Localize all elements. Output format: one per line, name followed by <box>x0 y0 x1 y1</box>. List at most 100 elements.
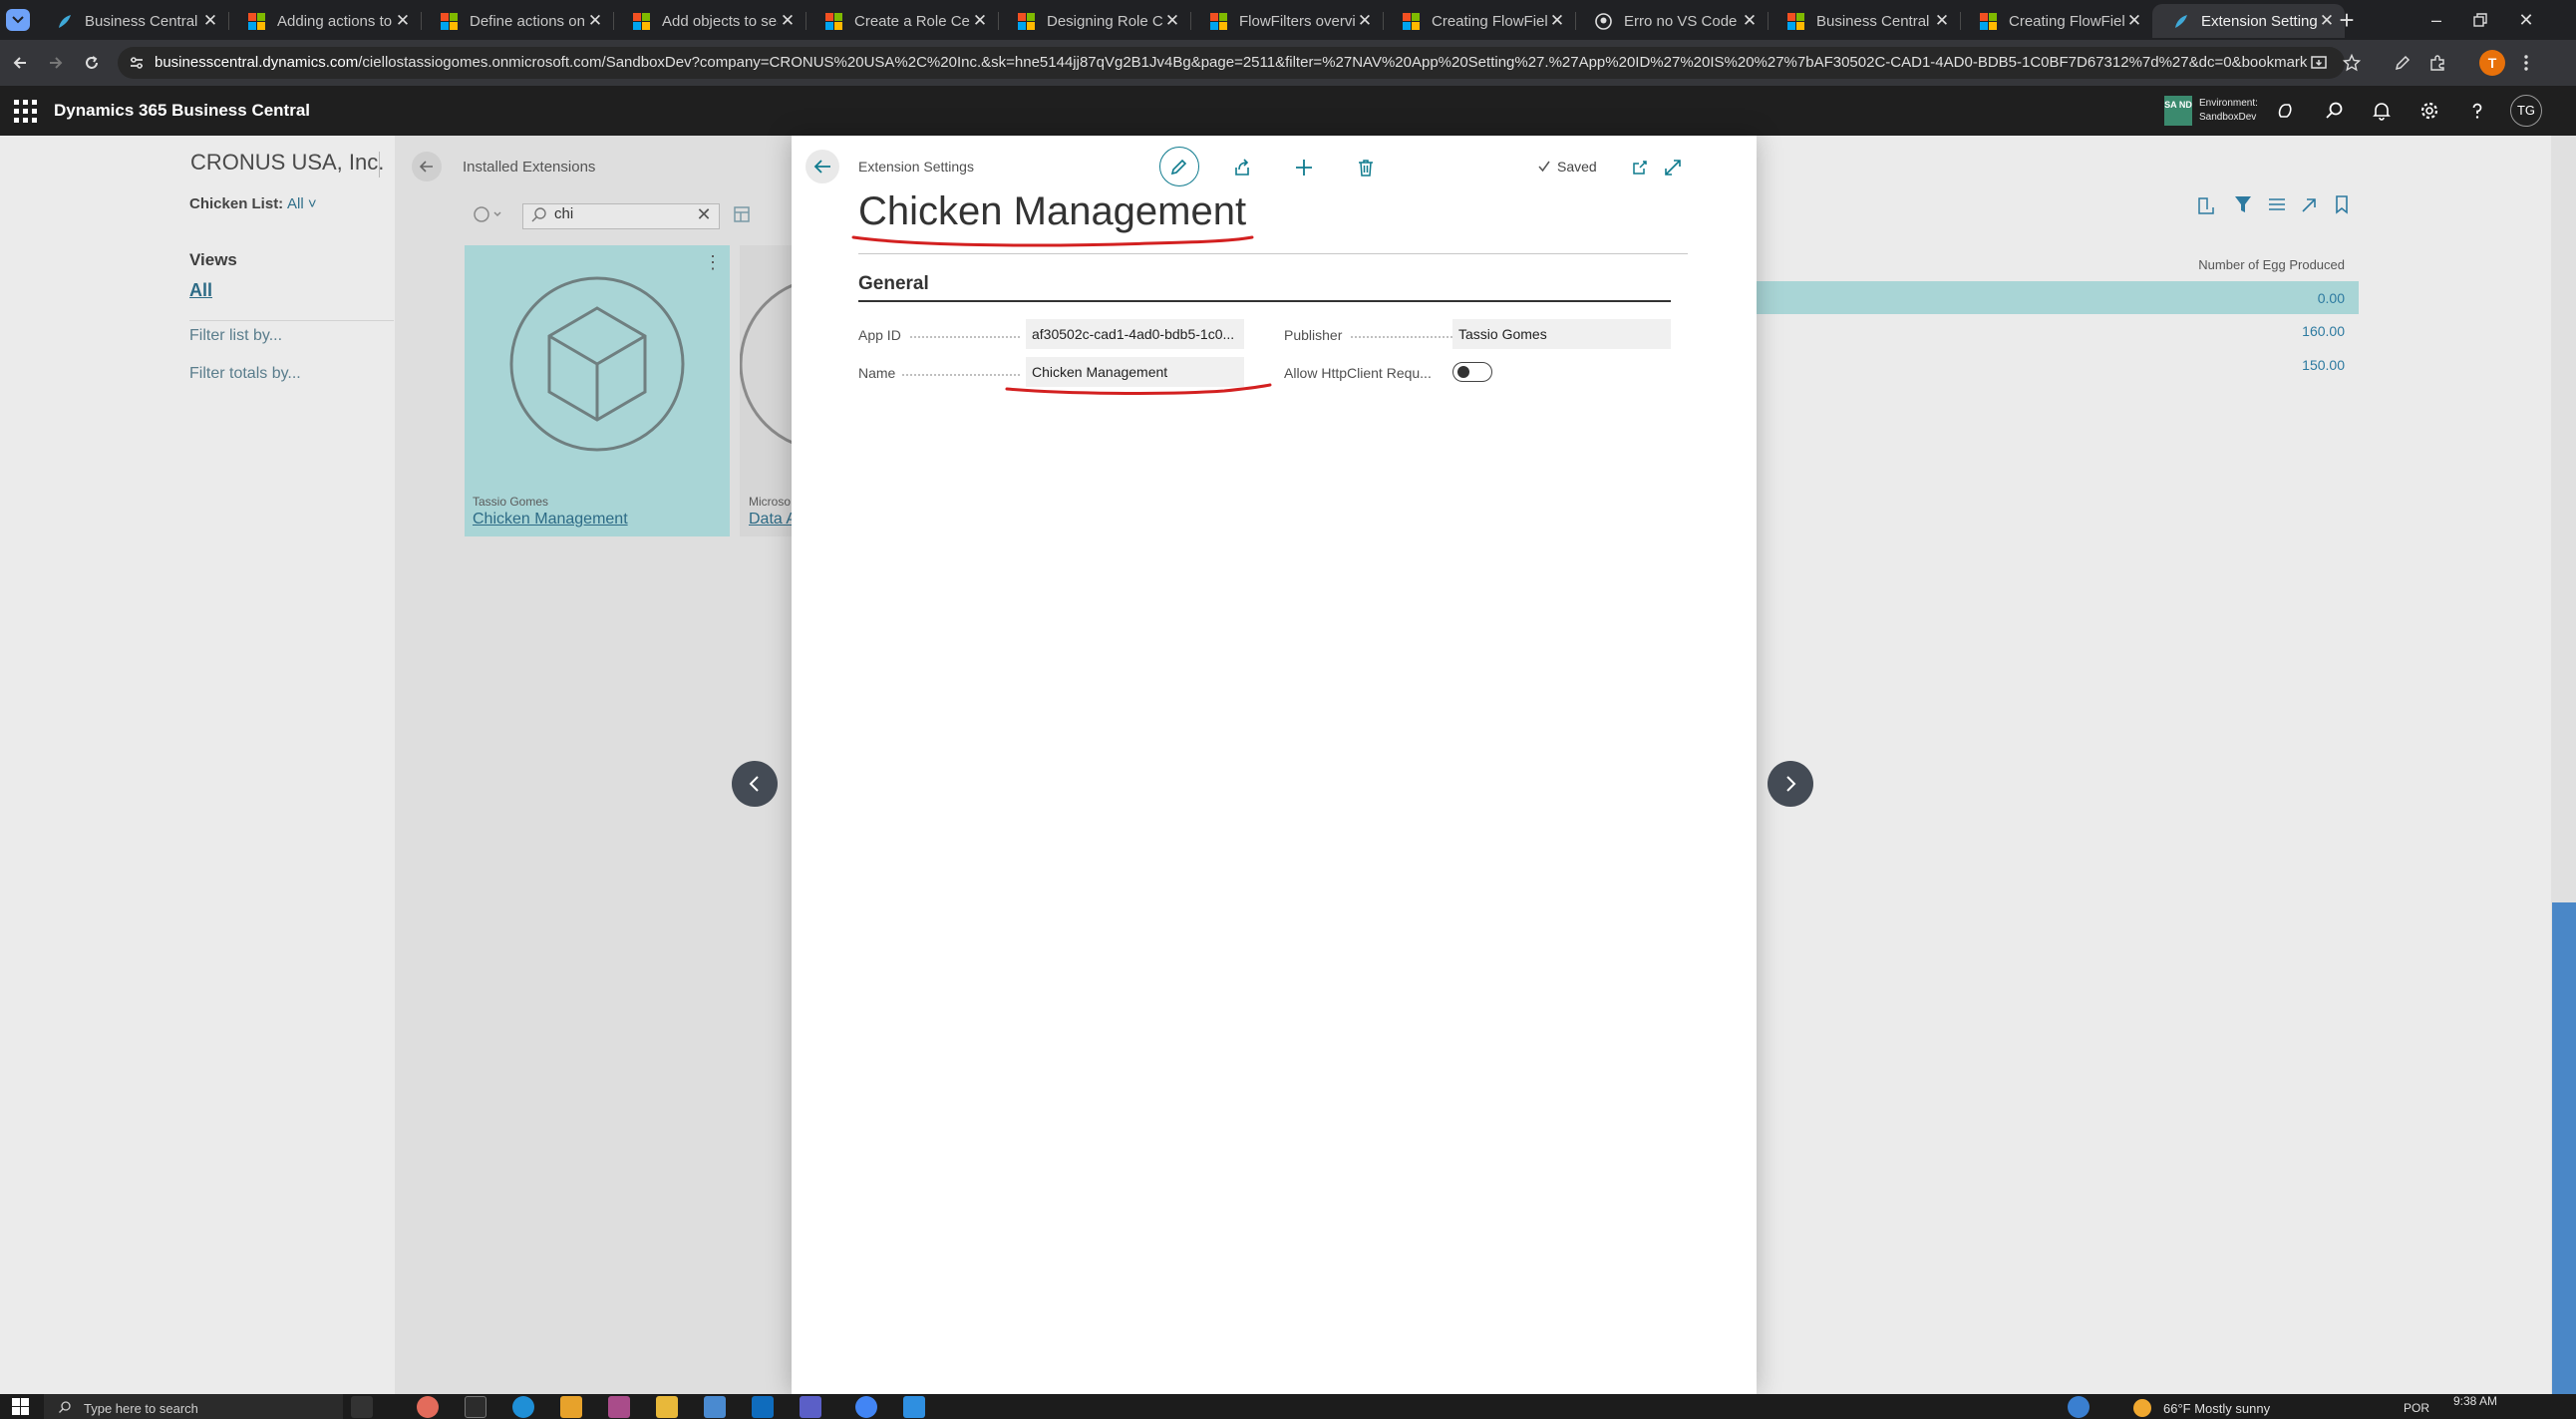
extensions-search-box[interactable] <box>522 203 720 229</box>
browser-tab[interactable]: Business Central Boost✕ <box>36 4 228 38</box>
tab-close-icon[interactable]: ✕ <box>2124 11 2144 31</box>
previous-record-icon[interactable] <box>732 761 778 807</box>
publisher-field[interactable]: Tassio Gomes <box>1452 319 1671 349</box>
file-explorer-icon[interactable] <box>656 1396 678 1418</box>
clear-search-icon[interactable]: ✕ <box>694 204 714 224</box>
notification-bell-icon[interactable] <box>2368 97 2396 125</box>
dialog-back-icon[interactable] <box>805 150 839 183</box>
browser-tab[interactable]: Erro no VS Code ✕ <box>1575 4 1768 38</box>
tab-close-icon[interactable]: ✕ <box>1547 11 1567 31</box>
site-info-icon[interactable] <box>126 52 148 74</box>
share-icon[interactable] <box>1229 155 1255 180</box>
filter-totals-link[interactable]: Filter totals by... <box>189 365 301 383</box>
egg-value-cell[interactable]: 0.00 <box>2193 290 2345 306</box>
column-header-eggs[interactable]: Number of Egg Produced <box>2074 257 2345 272</box>
filter-pane-icon[interactable] <box>471 203 504 225</box>
extension-tile-data-archive[interactable] <box>740 245 794 536</box>
restore-icon[interactable] <box>2462 8 2498 32</box>
tab-search-chevron-icon[interactable] <box>6 9 30 31</box>
extensions-puzzle-icon[interactable] <box>2424 50 2450 76</box>
browser-tab[interactable]: Add objects to search✕ <box>613 4 805 38</box>
section-header-general[interactable]: General <box>858 273 929 295</box>
taskbar-app-icon[interactable] <box>608 1396 630 1418</box>
browser-tab[interactable]: Creating FlowFields an✕ <box>1383 4 1575 38</box>
minimize-icon[interactable]: – <box>2418 8 2454 32</box>
taskbar-search-input[interactable]: Type here to search <box>84 1401 198 1416</box>
tab-close-icon[interactable]: ✕ <box>200 11 220 31</box>
scrollbar-thumb[interactable] <box>2552 902 2576 1394</box>
edge-icon[interactable] <box>512 1396 534 1418</box>
new-tab-button[interactable]: + <box>2333 6 2361 34</box>
forward-arrow-icon[interactable] <box>42 50 70 76</box>
tab-close-icon[interactable]: ✕ <box>1162 11 1182 31</box>
pen-extension-icon[interactable] <box>2390 50 2415 76</box>
new-plus-icon[interactable] <box>1291 155 1317 180</box>
installed-extensions-back-icon[interactable] <box>412 152 442 181</box>
calculator-icon[interactable] <box>704 1396 726 1418</box>
task-view-icon[interactable] <box>351 1396 373 1418</box>
tab-close-icon[interactable]: ✕ <box>393 11 413 31</box>
environment-badge[interactable]: SA ND <box>2164 96 2192 126</box>
vscode-icon[interactable] <box>903 1396 925 1418</box>
tile-more-options-icon[interactable]: ⋮ <box>704 251 722 273</box>
teams-icon[interactable] <box>800 1396 821 1418</box>
filter-list-link[interactable]: Filter list by... <box>189 327 282 345</box>
egg-value-cell[interactable]: 160.00 <box>2193 323 2345 339</box>
environment-info[interactable]: Environment: SandboxDev <box>2199 97 2279 125</box>
browser-tab[interactable]: Creating FlowFields an✕ <box>1960 4 2152 38</box>
terminal-icon[interactable] <box>465 1396 486 1418</box>
weather-sun-icon[interactable] <box>2133 1399 2151 1417</box>
egg-value-cell[interactable]: 150.00 <box>2193 357 2345 373</box>
browser-tab[interactable]: FlowFilters overview - ✕ <box>1190 4 1383 38</box>
open-new-window-icon[interactable] <box>1627 155 1653 180</box>
window-close-icon[interactable]: ✕ <box>2508 8 2544 32</box>
taskbar-app-icon[interactable] <box>417 1396 439 1418</box>
browser-menu-icon[interactable] <box>2513 50 2539 76</box>
tab-close-icon[interactable]: ✕ <box>1932 11 1952 31</box>
outlook-icon[interactable] <box>752 1396 774 1418</box>
tab-close-icon[interactable]: ✕ <box>778 11 798 31</box>
input-language[interactable]: POR <box>2404 1401 2429 1415</box>
browser-tab[interactable]: Create a Role Center p✕ <box>805 4 998 38</box>
tab-close-icon[interactable]: ✕ <box>1355 11 1375 31</box>
reload-icon[interactable] <box>78 50 106 76</box>
user-avatar[interactable]: TG <box>2510 95 2542 127</box>
tile-name-link[interactable]: Data A <box>749 511 797 529</box>
settings-gear-icon[interactable] <box>2415 97 2443 125</box>
view-all-link[interactable]: All <box>189 280 212 301</box>
windows-start-icon[interactable] <box>12 1398 29 1415</box>
app-launcher-icon[interactable] <box>12 98 38 124</box>
bookmark-star-icon[interactable] <box>2339 50 2365 76</box>
browser-tab[interactable]: Adding actions to a pa✕ <box>228 4 421 38</box>
tab-close-icon[interactable]: ✕ <box>1740 11 1760 31</box>
browser-tab[interactable]: Business Central | Mic✕ <box>1768 4 1960 38</box>
copilot-icon[interactable] <box>2272 97 2300 125</box>
browser-tab[interactable]: Designing Role Center✕ <box>998 4 1190 38</box>
tab-separator <box>805 12 806 30</box>
url-text[interactable]: businesscentral.dynamics.com/ciellostass… <box>155 52 2308 74</box>
app-id-field[interactable]: af30502c-cad1-4ad0-bdb5-1c0... <box>1026 319 1244 349</box>
back-arrow-icon[interactable] <box>6 50 34 76</box>
list-filter-dropdown[interactable]: All ˅ <box>287 195 317 212</box>
install-app-icon[interactable] <box>2306 50 2332 76</box>
chrome-icon[interactable] <box>855 1396 877 1418</box>
browser-profile-avatar[interactable]: T <box>2479 50 2505 76</box>
list-view-icon[interactable] <box>731 203 753 225</box>
clock[interactable]: 9:38 AM <box>2440 1394 2510 1408</box>
edit-pencil-icon[interactable] <box>1159 147 1199 186</box>
app-title[interactable]: Dynamics 365 Business Central <box>54 98 310 124</box>
help-icon[interactable] <box>2463 97 2491 125</box>
tab-close-icon[interactable]: ✕ <box>970 11 990 31</box>
next-record-icon[interactable] <box>1768 761 1813 807</box>
expand-icon[interactable] <box>1660 155 1686 180</box>
extensions-search-input[interactable]: chi <box>554 205 573 222</box>
weather-text[interactable]: 66°F Mostly sunny <box>2163 1401 2270 1416</box>
search-icon[interactable] <box>2321 97 2349 125</box>
tile-name-link[interactable]: Chicken Management <box>473 511 628 529</box>
taskbar-app-icon[interactable] <box>560 1396 582 1418</box>
help-tray-icon[interactable] <box>2068 1396 2090 1418</box>
browser-tab[interactable]: Define actions on a pa✕ <box>421 4 613 38</box>
tab-close-icon[interactable]: ✕ <box>585 11 605 31</box>
browser-tab[interactable]: Extension Settings - C✕ <box>2152 4 2345 38</box>
delete-trash-icon[interactable] <box>1353 155 1379 180</box>
